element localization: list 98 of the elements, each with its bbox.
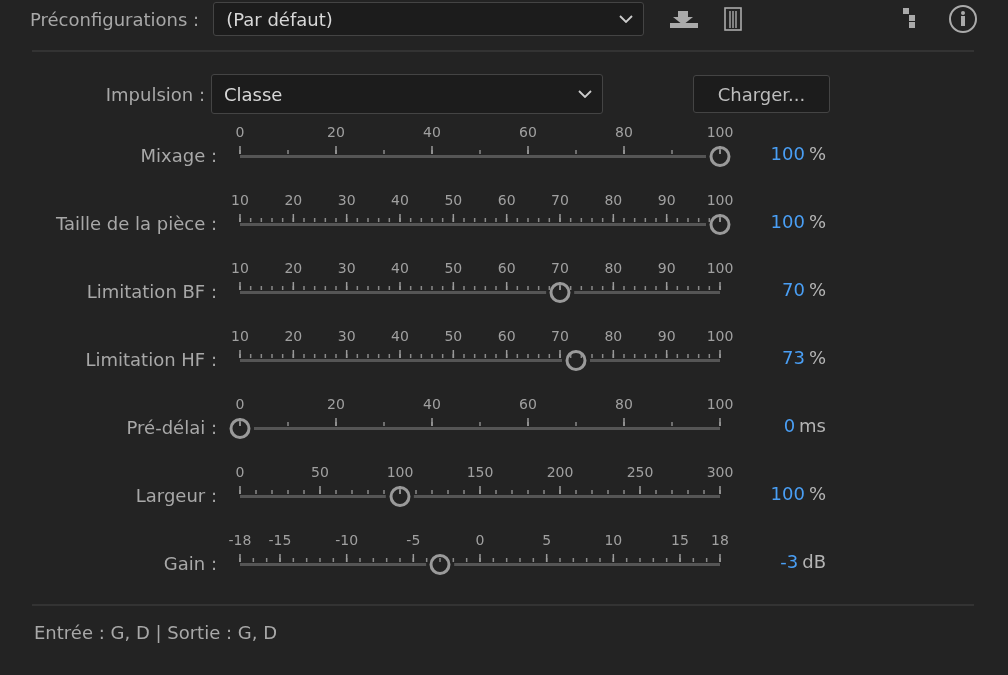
parameter-value[interactable]: 73 [782,347,805,368]
tick-label: 0 [475,532,485,548]
tick-label: 0 [235,396,245,412]
parameter-value[interactable]: 0 [783,415,796,436]
tick-label: 20 [327,124,345,140]
tick-label: 30 [337,260,356,276]
tick-label: 70 [551,260,569,276]
slider-thumb[interactable] [709,146,731,167]
tick-label: 40 [391,328,409,344]
tick-label: 150 [466,464,494,480]
unit-label: % [808,279,826,300]
tick-label: 80 [604,260,623,276]
slider-thumb[interactable] [389,486,411,507]
tick-label: 70 [551,192,569,208]
parameter-label: Taille de la pièce : [54,213,217,236]
tick-label: 100 [386,464,414,480]
parameter-label: Mixage : [139,145,217,168]
presets-label: Préconfigurations : [30,8,200,30]
parameter-value[interactable]: 100 [770,483,805,504]
tick-label: 10 [231,192,249,208]
unit-label: % [808,347,826,368]
unit-label: ms [799,415,826,436]
tick-label: 50 [311,464,329,480]
tick-label: -10 [335,532,359,548]
info-icon[interactable] [948,4,979,34]
tick-label: 10 [231,328,249,344]
tick-label: 20 [284,328,303,344]
impulse-label: Impulsion : [104,83,206,105]
parameter-label: Largeur : [134,485,217,508]
caret-icon [619,15,634,23]
tick-label: 90 [657,328,676,344]
trash-icon[interactable] [722,7,745,31]
tick-label: -18 [228,532,252,548]
slider-thumb[interactable] [709,214,731,235]
hierarchy-icon[interactable] [902,8,917,30]
tick-label: 80 [604,192,623,208]
tick-label: 20 [284,192,303,208]
tick-label: 100 [706,328,734,344]
tick-label: 15 [671,532,689,548]
tick-label: 50 [444,328,463,344]
tick-label: 20 [284,260,303,276]
tick-label: 60 [497,328,516,344]
io-channels-text: Entrée : G, D | Sortie : G, D [34,622,278,643]
parameter-label: Limitation HF : [84,349,217,372]
slider-thumb[interactable] [565,350,587,371]
tick-label: 80 [604,328,623,344]
unit-label: % [808,211,826,232]
tick-label: 90 [657,260,676,276]
tick-label: 100 [706,192,734,208]
slider-thumb[interactable] [229,418,251,439]
tick-label: 250 [626,464,654,480]
unit-label: dB [802,551,826,572]
parameter-label: Pré-délai : [125,417,217,440]
tick-label: 100 [706,260,734,276]
parameter-label: Gain : [162,553,217,576]
tick-label: 0 [235,124,245,140]
load-button[interactable]: Charger... [693,75,830,113]
slider-thumb[interactable] [549,282,571,303]
save-icon[interactable] [668,9,701,29]
impulse-dropdown[interactable]: Classe [211,74,603,114]
tick-label: 18 [711,532,729,548]
tick-label: 30 [337,192,356,208]
tick-label: 60 [497,260,516,276]
tick-label: 30 [337,328,356,344]
tick-label: 70 [551,328,569,344]
tick-label: 200 [546,464,574,480]
tick-label: -5 [406,532,421,548]
tick-label: 40 [423,396,441,412]
tick-label: 100 [706,124,734,140]
tick-label: 10 [604,532,623,548]
parameter-value[interactable]: -3 [780,551,799,572]
tick-label: 80 [615,396,633,412]
parameter-value[interactable]: 100 [770,143,805,164]
tick-label: 50 [444,260,463,276]
parameter-label: Limitation BF : [85,281,217,304]
tick-label: 100 [706,396,734,412]
tick-label: 60 [519,396,537,412]
tick-label: -15 [268,532,292,548]
tick-label: 20 [327,396,345,412]
slider-thumb[interactable] [429,554,451,575]
tick-label: 40 [391,192,409,208]
unit-label: % [808,143,826,164]
tick-label: 80 [615,124,633,140]
tick-label: 300 [706,464,734,480]
presets-dropdown[interactable]: (Par défaut) [213,2,645,36]
tick-label: 90 [657,192,676,208]
caret-icon [578,90,592,98]
unit-label: % [808,483,826,504]
tick-label: 40 [391,260,409,276]
tick-label: 0 [235,464,245,480]
tick-label: 60 [497,192,516,208]
tick-label: 40 [423,124,441,140]
tick-label: 60 [519,124,537,140]
tick-label: 5 [542,532,552,548]
tick-label: 50 [444,192,463,208]
tick-label: 10 [231,260,249,276]
parameter-value[interactable]: 100 [770,211,805,232]
parameter-value[interactable]: 70 [782,279,805,300]
